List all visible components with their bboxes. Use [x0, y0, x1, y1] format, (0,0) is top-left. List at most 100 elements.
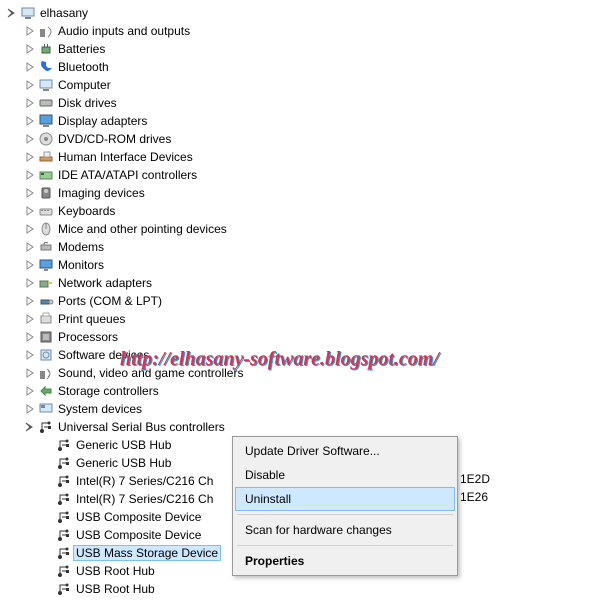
menu-disable[interactable]: Disable — [235, 463, 455, 487]
category-node[interactable]: Keyboards — [6, 202, 595, 220]
category-label: Modems — [58, 240, 104, 254]
category-label: Mice and other pointing devices — [58, 222, 227, 236]
root-node[interactable]: elhasany — [6, 4, 595, 22]
category-label: Network adapters — [58, 276, 152, 290]
usb-controllers-category[interactable]: Universal Serial Bus controllers — [6, 418, 595, 436]
category-node[interactable]: Modems — [6, 238, 595, 256]
expand-icon[interactable] — [24, 313, 36, 325]
expand-icon[interactable] — [24, 79, 36, 91]
expand-icon[interactable] — [24, 223, 36, 235]
category-node[interactable]: Imaging devices — [6, 184, 595, 202]
device-label: USB Root Hub — [76, 582, 155, 596]
category-node[interactable]: Mice and other pointing devices — [6, 220, 595, 238]
context-menu: Update Driver Software... Disable Uninst… — [232, 436, 458, 576]
category-node[interactable]: System devices — [6, 400, 595, 418]
collapse-icon[interactable] — [24, 421, 36, 433]
category-label: Universal Serial Bus controllers — [58, 420, 225, 434]
device-category-icon — [38, 365, 54, 381]
category-node[interactable]: Monitors — [6, 256, 595, 274]
category-label: System devices — [58, 402, 142, 416]
expand-icon[interactable] — [24, 385, 36, 397]
category-node[interactable]: Sound, video and game controllers — [6, 364, 595, 382]
device-category-icon — [38, 113, 54, 129]
device-category-icon — [38, 95, 54, 111]
device-category-icon — [38, 185, 54, 201]
category-node[interactable]: Bluetooth — [6, 58, 595, 76]
expand-icon[interactable] — [24, 295, 36, 307]
expand-icon[interactable] — [24, 133, 36, 145]
expand-icon[interactable] — [24, 115, 36, 127]
category-label: IDE ATA/ATAPI controllers — [58, 168, 197, 182]
category-node[interactable]: Software devices — [6, 346, 595, 364]
expand-icon[interactable] — [24, 259, 36, 271]
category-label: Keyboards — [58, 204, 115, 218]
expand-icon[interactable] — [24, 331, 36, 343]
category-node[interactable]: Processors — [6, 328, 595, 346]
expand-icon[interactable] — [24, 43, 36, 55]
category-node[interactable]: Human Interface Devices — [6, 148, 595, 166]
expand-icon[interactable] — [24, 97, 36, 109]
menu-uninstall[interactable]: Uninstall — [235, 487, 455, 511]
device-category-icon — [38, 401, 54, 417]
device-label-suffix: 1E26 — [460, 490, 488, 504]
device-category-icon — [38, 239, 54, 255]
category-label: Ports (COM & LPT) — [58, 294, 162, 308]
usb-icon — [56, 527, 72, 543]
device-category-icon — [38, 203, 54, 219]
usb-icon — [56, 437, 72, 453]
category-label: Storage controllers — [58, 384, 159, 398]
device-label: Generic USB Hub — [76, 438, 171, 452]
device-label: USB Mass Storage Device — [73, 545, 221, 561]
category-label: Audio inputs and outputs — [58, 24, 190, 38]
device-category-icon — [38, 221, 54, 237]
usb-device-node[interactable]: USB Root Hub — [6, 580, 595, 598]
expand-icon[interactable] — [24, 151, 36, 163]
device-category-icon — [38, 311, 54, 327]
expand-icon[interactable] — [24, 349, 36, 361]
device-category-icon — [38, 257, 54, 273]
category-node[interactable]: Ports (COM & LPT) — [6, 292, 595, 310]
collapse-icon[interactable] — [6, 7, 18, 19]
menu-separator — [237, 514, 453, 515]
category-node[interactable]: Display adapters — [6, 112, 595, 130]
menu-properties[interactable]: Properties — [235, 549, 455, 573]
device-label: Generic USB Hub — [76, 456, 171, 470]
category-node[interactable]: DVD/CD-ROM drives — [6, 130, 595, 148]
expand-icon[interactable] — [24, 241, 36, 253]
category-label: Sound, video and game controllers — [58, 366, 243, 380]
device-label: Intel(R) 7 Series/C216 Ch — [76, 474, 213, 488]
device-category-icon — [38, 383, 54, 399]
menu-scan-hardware[interactable]: Scan for hardware changes — [235, 518, 455, 542]
device-category-icon — [38, 149, 54, 165]
device-category-icon — [38, 23, 54, 39]
expand-icon[interactable] — [24, 61, 36, 73]
category-node[interactable]: Computer — [6, 76, 595, 94]
category-node[interactable]: IDE ATA/ATAPI controllers — [6, 166, 595, 184]
expand-icon[interactable] — [24, 25, 36, 37]
category-label: Computer — [58, 78, 111, 92]
category-node[interactable]: Batteries — [6, 40, 595, 58]
expand-icon[interactable] — [24, 205, 36, 217]
menu-update-driver[interactable]: Update Driver Software... — [235, 439, 455, 463]
device-category-icon — [38, 293, 54, 309]
expand-icon[interactable] — [24, 277, 36, 289]
category-node[interactable]: Storage controllers — [6, 382, 595, 400]
expand-icon[interactable] — [24, 169, 36, 181]
device-label: USB Root Hub — [76, 564, 155, 578]
device-label: USB Composite Device — [76, 510, 201, 524]
expand-icon[interactable] — [24, 367, 36, 379]
category-label: Software devices — [58, 348, 149, 362]
usb-icon — [56, 473, 72, 489]
category-label: Human Interface Devices — [58, 150, 193, 164]
usb-icon — [56, 563, 72, 579]
category-node[interactable]: Disk drives — [6, 94, 595, 112]
expand-icon[interactable] — [24, 187, 36, 199]
expand-icon[interactable] — [24, 403, 36, 415]
category-node[interactable]: Audio inputs and outputs — [6, 22, 595, 40]
category-label: Monitors — [58, 258, 104, 272]
category-node[interactable]: Network adapters — [6, 274, 595, 292]
category-node[interactable]: Print queues — [6, 310, 595, 328]
device-category-icon — [38, 167, 54, 183]
device-category-icon — [38, 347, 54, 363]
computer-icon — [20, 5, 36, 21]
